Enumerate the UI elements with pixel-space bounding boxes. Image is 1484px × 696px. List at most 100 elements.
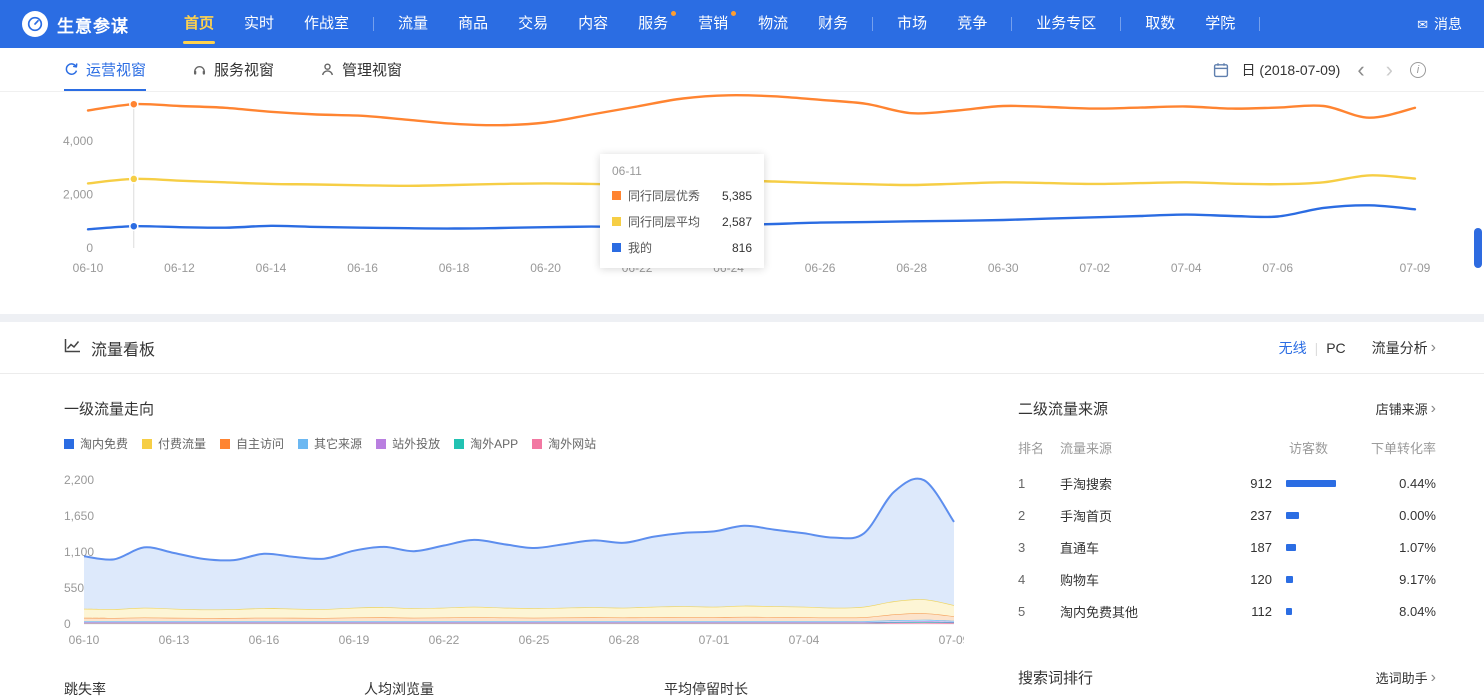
tooltip-row: 我的816 — [612, 239, 752, 256]
nav-divider — [373, 17, 374, 31]
brand[interactable]: 生意参谋 — [22, 11, 129, 37]
nav-item-realtime[interactable]: 实时 — [229, 0, 289, 48]
series-color-swatch — [612, 217, 621, 226]
source-conversion: 0.44% — [1350, 476, 1436, 491]
chevron-right-icon: › — [1431, 401, 1436, 417]
sources-table-body: 1手淘搜索9120.44%2手淘首页2370.00%3直通车1871.07%4购… — [1018, 467, 1436, 627]
primary-trend-title: 一级流量走向 — [64, 398, 964, 419]
nav-item-finance[interactable]: 财务 — [803, 0, 863, 48]
nav-divider — [1120, 17, 1121, 31]
next-date-chevron[interactable]: › — [1382, 59, 1397, 81]
nav-item-traffic[interactable]: 流量 — [383, 0, 443, 48]
nav-item-home[interactable]: 首页 — [169, 0, 229, 48]
tooltip-row: 同行同层平均2,587 — [612, 213, 752, 230]
info-icon[interactable]: i — [1410, 62, 1426, 78]
traffic-source-row[interactable]: 3直通车1871.07% — [1018, 531, 1436, 563]
top-navbar: 生意参谋 首页实时作战室流量商品交易内容服务营销物流财务市场竞争业务专区取数学院… — [0, 0, 1484, 48]
legend-item-0[interactable]: 淘内免费 — [64, 435, 128, 452]
nav-item-business-zone[interactable]: 业务专区 — [1021, 0, 1111, 48]
chart-tooltip: 06-11 同行同层优秀5,385 同行同层平均2,587 我的816 — [600, 154, 764, 268]
headset-icon — [192, 62, 207, 77]
nav-item-service[interactable]: 服务 — [623, 0, 683, 48]
nav-item-goods[interactable]: 商品 — [443, 0, 503, 48]
legend-item-5[interactable]: 淘外APP — [454, 435, 518, 452]
traffic-source-row[interactable]: 5淘内免费其他1128.04% — [1018, 595, 1436, 627]
legend-color-swatch — [298, 439, 308, 449]
nav-item-content[interactable]: 内容 — [563, 0, 623, 48]
brand-logo-icon — [22, 11, 48, 37]
link-label: 流量分析 — [1372, 338, 1428, 358]
primary-traffic-area-chart[interactable]: 05501,1001,6502,20006-1006-1306-1606-190… — [64, 472, 964, 657]
traffic-source-row[interactable]: 4购物车1209.17% — [1018, 563, 1436, 595]
legend-label: 站外投放 — [392, 435, 440, 452]
date-granularity-label[interactable]: 日 (2018-07-09) — [1242, 60, 1341, 80]
svg-text:1,650: 1,650 — [64, 509, 94, 523]
col-visitors-header: 访客数 — [1210, 438, 1350, 457]
metrics-row: 跳失率59.73%人均浏览量5.01平均停留时长17.48秒 — [64, 679, 964, 696]
legend-item-2[interactable]: 自主访问 — [220, 435, 284, 452]
calendar-icon[interactable] — [1213, 62, 1229, 78]
svg-text:06-16: 06-16 — [347, 261, 378, 275]
link-label: 选词助手 — [1376, 668, 1428, 687]
tooltip-row: 同行同层优秀5,385 — [612, 187, 752, 204]
nav-item-fetch-data[interactable]: 取数 — [1130, 0, 1190, 48]
traffic-source-row[interactable]: 2手淘首页2370.00% — [1018, 499, 1436, 531]
brand-name: 生意参谋 — [57, 12, 129, 37]
series-color-swatch — [612, 191, 621, 200]
svg-text:07-04: 07-04 — [789, 633, 820, 647]
svg-text:4,000: 4,000 — [63, 134, 93, 148]
nav-item-trade[interactable]: 交易 — [503, 0, 563, 48]
nav-item-war-room[interactable]: 作战室 — [289, 0, 364, 48]
tooltip-date: 06-11 — [612, 164, 752, 178]
messages-button[interactable]: ✉ 消息 — [1417, 14, 1462, 34]
visitors-bar — [1286, 608, 1292, 615]
metric-label: 平均停留时长 — [664, 679, 964, 696]
source-visitors: 187 — [1210, 540, 1272, 555]
word-helper-link[interactable]: 选词助手 › — [1376, 668, 1436, 687]
nav-item-compete[interactable]: 竞争 — [942, 0, 1002, 48]
shop-sources-link[interactable]: 店铺来源 › — [1376, 399, 1436, 418]
envelope-icon: ✉ — [1417, 18, 1428, 31]
person-icon — [320, 62, 335, 77]
scrollbar-thumb[interactable] — [1474, 228, 1482, 268]
source-name: 购物车 — [1060, 570, 1210, 589]
traffic-source-row[interactable]: 1手淘搜索9120.44% — [1018, 467, 1436, 499]
visitors-bar-cell — [1272, 512, 1350, 519]
tab-management-view[interactable]: 管理视窗 — [320, 48, 402, 91]
legend-item-1[interactable]: 付费流量 — [142, 435, 206, 452]
svg-text:07-01: 07-01 — [699, 633, 730, 647]
nav-item-market[interactable]: 市场 — [882, 0, 942, 48]
tab-service-view[interactable]: 服务视窗 — [192, 48, 274, 91]
legend-label: 淘外网站 — [548, 435, 596, 452]
tooltip-rows: 同行同层优秀5,385 同行同层平均2,587 我的816 — [612, 187, 752, 256]
legend-label: 其它来源 — [314, 435, 362, 452]
chevron-right-icon: › — [1431, 340, 1436, 356]
legend-label: 付费流量 — [158, 435, 206, 452]
traffic-analysis-link[interactable]: 流量分析 › — [1372, 338, 1436, 358]
source-visitors: 120 — [1210, 572, 1272, 587]
svg-text:550: 550 — [64, 581, 84, 595]
metric-views-per-visitor: 人均浏览量5.01 — [364, 679, 664, 696]
nav-divider — [1259, 17, 1260, 31]
svg-text:2,200: 2,200 — [64, 473, 94, 487]
nav-item-academy[interactable]: 学院 — [1190, 0, 1250, 48]
legend-color-swatch — [532, 439, 542, 449]
nav-item-marketing[interactable]: 营销 — [683, 0, 743, 48]
svg-text:06-10: 06-10 — [73, 261, 104, 275]
device-option-pc[interactable]: PC — [1322, 340, 1349, 356]
source-name: 手淘搜索 — [1060, 474, 1210, 493]
device-option-wireless[interactable]: 无线 — [1275, 340, 1311, 356]
notification-dot — [671, 11, 676, 16]
visitors-bar-cell — [1272, 576, 1350, 583]
source-visitors: 112 — [1210, 604, 1272, 619]
legend-item-6[interactable]: 淘外网站 — [532, 435, 596, 452]
legend-item-4[interactable]: 站外投放 — [376, 435, 440, 452]
tab-operation-view[interactable]: 运营视窗 — [64, 48, 146, 91]
nav-item-logistics[interactable]: 物流 — [743, 0, 803, 48]
svg-text:06-26: 06-26 — [805, 261, 836, 275]
legend-item-3[interactable]: 其它来源 — [298, 435, 362, 452]
source-visitors: 237 — [1210, 508, 1272, 523]
prev-date-chevron[interactable]: ‹ — [1353, 59, 1368, 81]
svg-text:06-28: 06-28 — [609, 633, 640, 647]
svg-text:06-19: 06-19 — [339, 633, 370, 647]
